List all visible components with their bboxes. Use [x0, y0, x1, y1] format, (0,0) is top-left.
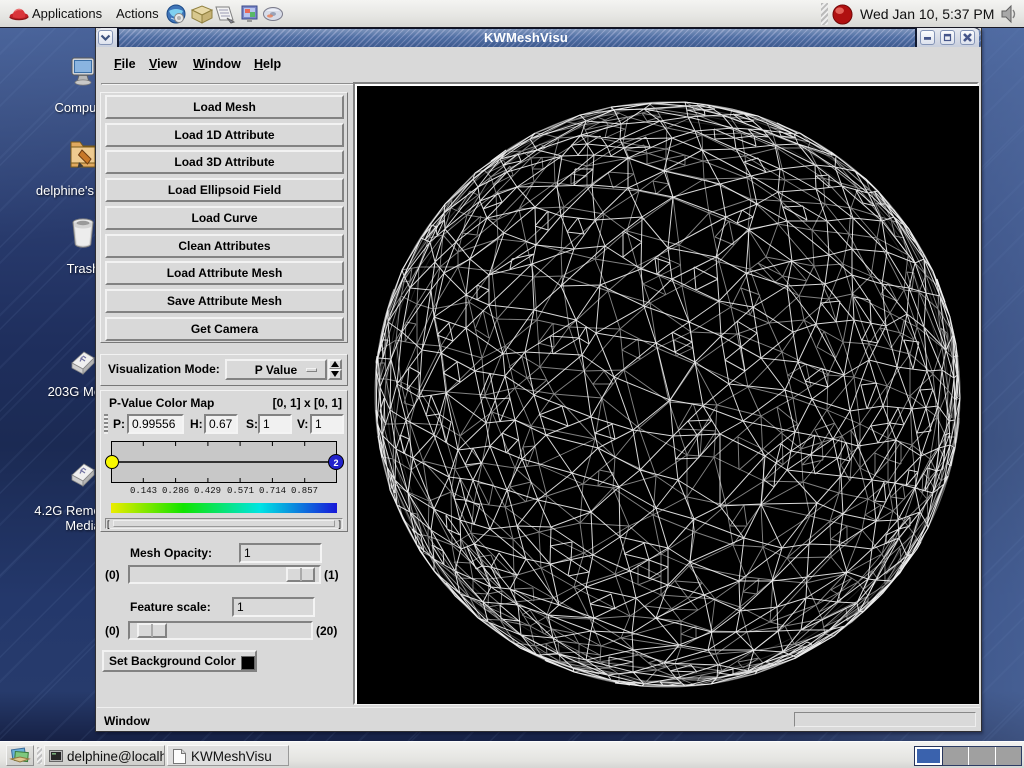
svg-text:2: 2	[333, 458, 338, 468]
